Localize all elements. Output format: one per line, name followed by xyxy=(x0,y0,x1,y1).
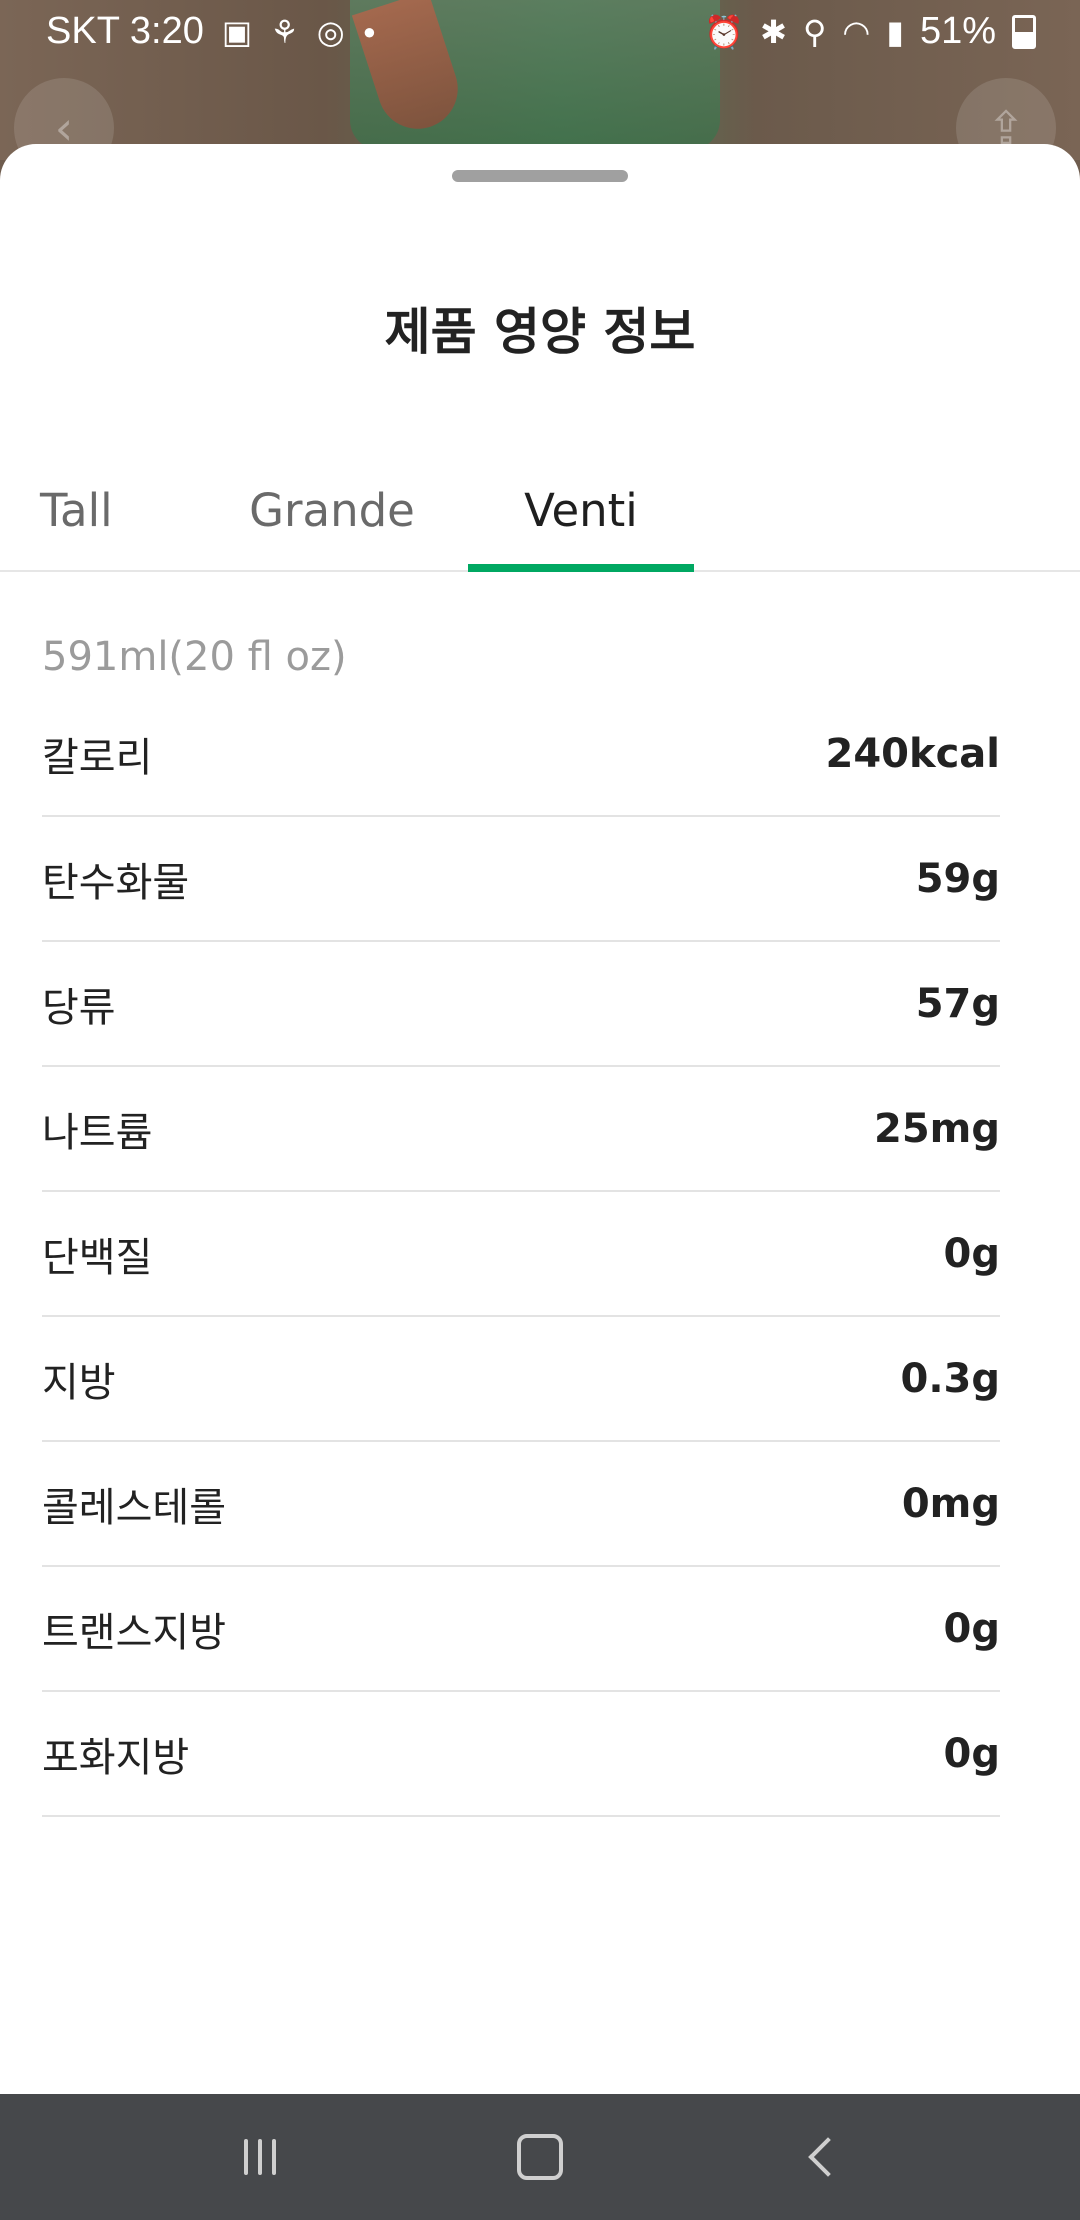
app-icon: ⚘ xyxy=(270,13,299,50)
size-volume-label: 591ml(20 fl oz) xyxy=(42,634,347,680)
battery-percent: 51% xyxy=(919,10,996,52)
recents-icon[interactable] xyxy=(200,2107,320,2207)
nutrition-label: 당류 xyxy=(42,984,116,1031)
sheet-drag-handle[interactable] xyxy=(452,170,628,182)
nutrition-row-carbohydrate: 탄수화물 59g xyxy=(42,817,1000,942)
nutrition-row-sugars: 당류 57g xyxy=(42,942,1000,1067)
nutrition-label: 지방 xyxy=(42,1359,116,1406)
nutrition-row-protein: 단백질 0g xyxy=(42,1192,1000,1317)
nutrition-label: 트랜스지방 xyxy=(42,1609,226,1656)
wifi-icon: ◠ xyxy=(842,13,871,50)
size-tabs: Tall Grande Venti xyxy=(0,460,1080,572)
nutrition-row-sodium: 나트륨 25mg xyxy=(42,1067,1000,1192)
nutrition-value: 0g xyxy=(943,1605,1000,1652)
status-bar: SKT 3:20 ▣ ⚘ ◎ ● ⏰ ✱ ⚲ ◠ ▮ 51% xyxy=(0,0,1080,68)
nutrition-label: 칼로리 xyxy=(42,734,153,781)
sync-icon: ◎ xyxy=(316,13,345,50)
nutrition-value: 57g xyxy=(915,980,1000,1027)
bluetooth-icon: ✱ xyxy=(760,13,787,50)
clock: 3:20 xyxy=(129,10,204,52)
alarm-icon: ⏰ xyxy=(704,13,745,50)
system-nav-bar xyxy=(0,2094,1080,2220)
nutrition-value: 59g xyxy=(915,855,1000,902)
nutrition-value: 240kcal xyxy=(825,730,1000,777)
battery-icon xyxy=(1012,14,1036,49)
nutrition-row-saturated-fat: 포화지방 0g xyxy=(42,1692,1000,1817)
tab-tall[interactable]: Tall xyxy=(40,460,160,570)
nutrition-row-trans-fat: 트랜스지방 0g xyxy=(42,1567,1000,1692)
active-tab-indicator xyxy=(468,564,694,572)
tab-grande[interactable]: Grande xyxy=(232,460,432,570)
nutrition-row-fat: 지방 0.3g xyxy=(42,1317,1000,1442)
nutrition-label: 포화지방 xyxy=(42,1734,190,1781)
nutrition-row-calories: 칼로리 240kcal xyxy=(42,692,1000,817)
nutrition-bottom-sheet: 제품 영양 정보 Tall Grande Venti 591ml(20 fl o… xyxy=(0,144,1080,2094)
nutrition-label: 나트륨 xyxy=(42,1109,153,1156)
nutrition-label: 콜레스테롤 xyxy=(42,1484,226,1531)
nutrition-value: 0g xyxy=(943,1230,1000,1277)
nutrition-value: 0g xyxy=(943,1730,1000,1777)
gallery-icon: ▣ xyxy=(221,13,253,50)
back-icon[interactable] xyxy=(760,2107,880,2207)
nutrition-list: 칼로리 240kcal 탄수화물 59g 당류 57g 나트륨 25mg 단백질… xyxy=(42,692,1000,1817)
carrier-label: SKT xyxy=(46,10,120,52)
sheet-title: 제품 영양 정보 xyxy=(384,303,696,361)
nutrition-value: 0mg xyxy=(901,1480,1000,1527)
nutrition-value: 0.3g xyxy=(900,1355,1001,1402)
tab-venti[interactable]: Venti xyxy=(468,460,694,570)
location-icon: ⚲ xyxy=(802,13,827,50)
nutrition-label: 단백질 xyxy=(42,1234,153,1281)
nutrition-label: 탄수화물 xyxy=(42,859,190,906)
nutrition-value: 25mg xyxy=(874,1105,1000,1152)
dot-icon: ● xyxy=(362,18,377,44)
home-icon[interactable] xyxy=(480,2107,600,2207)
nutrition-row-cholesterol: 콜레스테롤 0mg xyxy=(42,1442,1000,1567)
signal-icon: ▮ xyxy=(886,13,904,50)
